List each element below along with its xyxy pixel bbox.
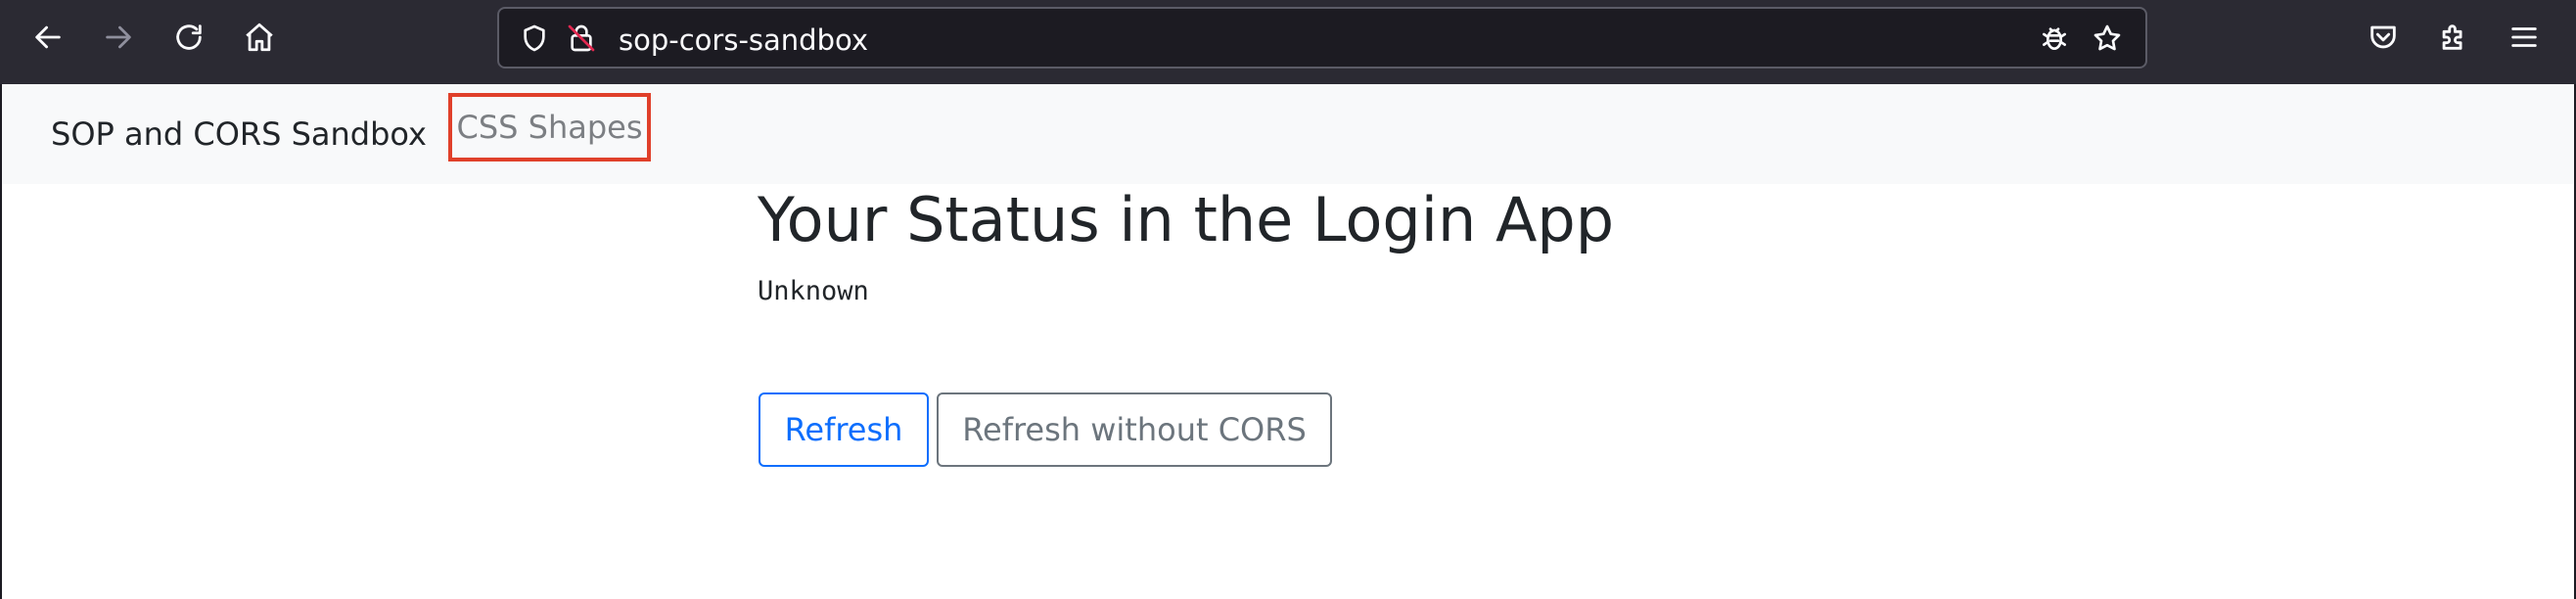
page-title: Your Status in the Login App [758,184,1615,255]
site-navbar: SOP and CORS Sandbox [2,84,2574,184]
reload-button[interactable] [164,13,213,62]
navbar-brand[interactable]: SOP and CORS Sandbox [51,112,427,157]
extensions-button[interactable] [2429,13,2478,62]
tracking-protection-button[interactable] [516,20,553,57]
browser-toolbar: sop-cors-sandbox [0,0,2576,84]
back-arrow-icon [35,25,61,49]
url-bar[interactable]: sop-cors-sandbox [497,7,2147,69]
bookmark-button[interactable] [2089,20,2126,57]
pocket-icon [2370,25,2396,49]
nav-link-css-shapes[interactable]: CSS Shapes [448,93,651,161]
bug-icon [2043,27,2066,50]
refresh-button[interactable]: Refresh [759,392,929,467]
home-button[interactable] [235,13,284,62]
insecure-lock-icon [568,24,595,52]
puzzle-icon [2442,24,2462,50]
pocket-button[interactable] [2359,13,2408,62]
site-security-button[interactable] [563,20,600,57]
star-icon [2093,24,2121,51]
login-status-value: Unknown [758,276,869,306]
forward-button[interactable] [94,13,143,62]
url-text[interactable]: sop-cors-sandbox [619,23,868,58]
reload-icon [176,24,202,50]
shield-icon [524,24,545,52]
back-button[interactable] [23,13,72,62]
home-icon [246,23,273,52]
extension-button[interactable] [2036,20,2073,57]
hamburger-menu-icon [2511,27,2537,47]
app-menu-button[interactable] [2500,13,2549,62]
refresh-without-cors-button[interactable]: Refresh without CORS [937,392,1332,467]
forward-arrow-icon [106,25,131,49]
